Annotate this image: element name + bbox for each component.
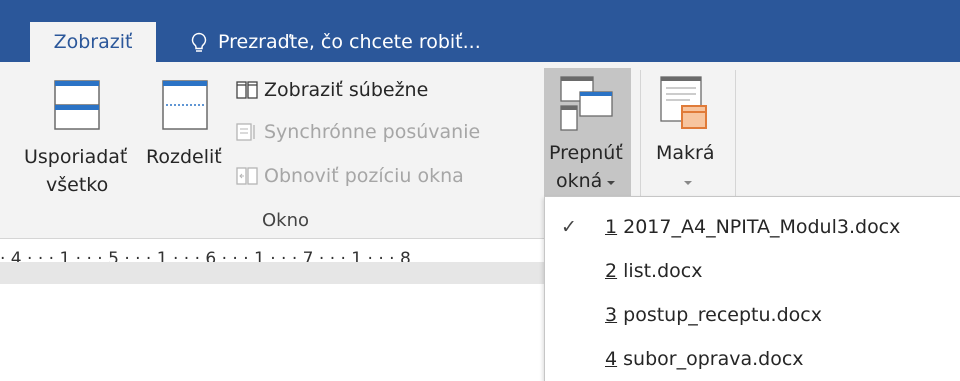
ribbon-tab-bar: Zobraziť Prezraďte, čo chcete robiť...	[0, 0, 960, 62]
window-item-number: 4	[605, 348, 618, 370]
window-item-name: list.docx	[617, 260, 703, 282]
window-list-item[interactable]: 3 postup_receptu.docx	[545, 293, 960, 337]
window-item-name: subor_oprava.docx	[617, 348, 804, 370]
view-side-by-side-label: Zobraziť súbežne	[264, 79, 429, 101]
window-list-item[interactable]: 4 subor_oprava.docx	[545, 337, 960, 381]
window-list-item[interactable]: 2 list.docx	[545, 249, 960, 293]
view-side-by-side-button[interactable]: Zobraziť súbežne	[236, 76, 496, 104]
window-item-number: 1	[605, 216, 618, 238]
window-item-name: postup_receptu.docx	[617, 304, 822, 326]
split-label: Rozdeliť	[146, 146, 222, 168]
sync-scrolling-button[interactable]: Synchrónne posúvanie	[236, 118, 526, 146]
switch-windows-icon	[560, 76, 613, 131]
window-item-name: 2017_A4_NPITA_Modul3.docx	[617, 216, 901, 238]
side-by-side-icon	[236, 81, 258, 99]
split-button[interactable]: Rozdeliť	[142, 76, 230, 176]
arrange-all-button[interactable]: Usporiadať všetko	[22, 76, 140, 200]
reset-window-position-button[interactable]: Obnoviť pozíciu okna	[236, 162, 526, 190]
sync-scrolling-label: Synchrónne posúvanie	[264, 121, 481, 143]
split-icon	[162, 80, 208, 130]
tab-zobrazit[interactable]: Zobraziť	[30, 22, 156, 62]
switch-windows-label-2: okná	[556, 170, 603, 192]
sync-scroll-icon	[236, 123, 255, 141]
switch-windows-content[interactable]: Prepnúť okná	[544, 68, 631, 204]
ruler-bottom-band	[0, 262, 545, 284]
window-item-number: 2	[605, 260, 618, 282]
arrange-all-label-2: všetko	[46, 174, 109, 196]
window-list-item[interactable]: ✓ 1 2017_A4_NPITA_Modul3.docx	[545, 205, 960, 249]
reset-window-icon	[236, 167, 258, 185]
switch-windows-dropdown: ✓ 1 2017_A4_NPITA_Modul3.docx 2 list.doc…	[544, 196, 960, 381]
tell-me-text: Prezraďte, čo chcete robiť...	[218, 31, 481, 53]
window-item-number: 3	[605, 304, 618, 326]
chevron-down-icon	[684, 181, 692, 185]
reset-window-position-label: Obnoviť pozíciu okna	[264, 165, 464, 187]
chevron-down-icon	[607, 181, 615, 185]
macros-button[interactable]: Makrá	[648, 68, 728, 204]
arrange-all-label-1: Usporiadať	[24, 146, 128, 168]
macros-icon	[660, 76, 707, 129]
switch-windows-label-1: Prepnúť	[549, 142, 623, 164]
macros-label: Makrá	[656, 142, 715, 164]
lightbulb-icon	[191, 32, 207, 52]
arrange-all-icon	[54, 80, 100, 130]
checkmark-icon: ✓	[561, 216, 577, 238]
group-label-okno: Okno	[262, 210, 310, 231]
